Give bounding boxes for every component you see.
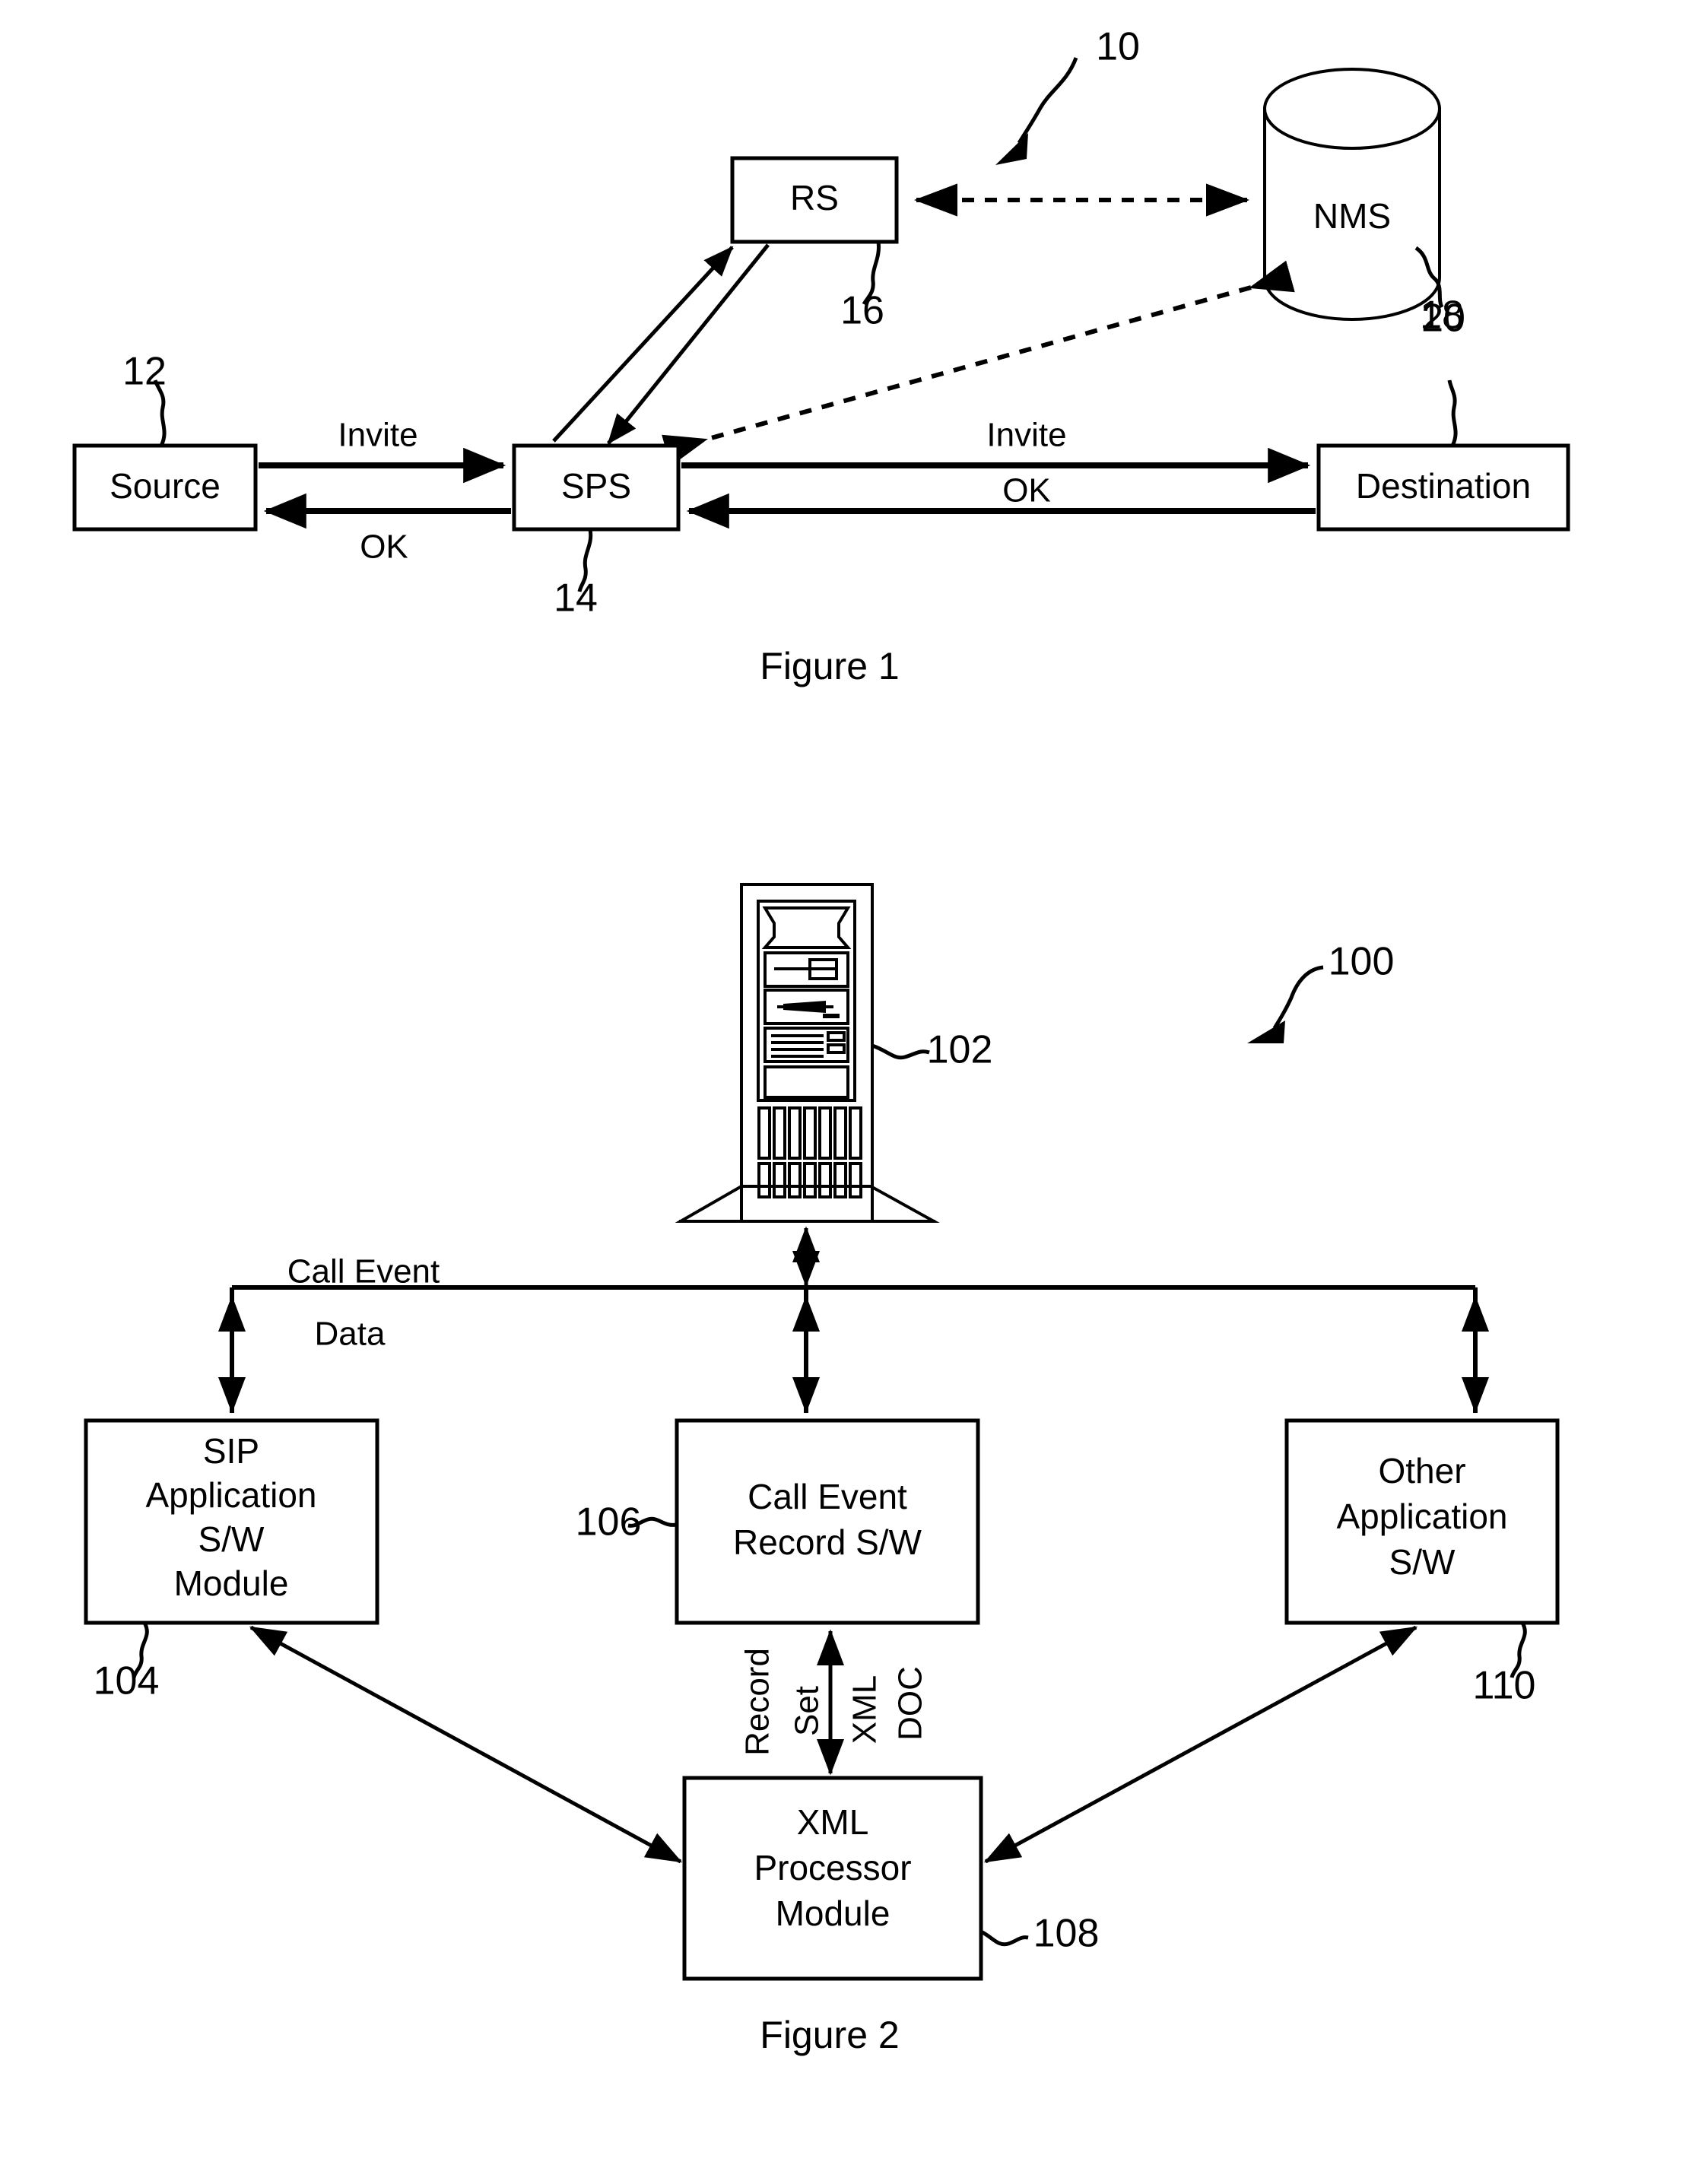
fig2-ref-110: 110 <box>1473 1664 1536 1708</box>
fig2-other-line-1: Other <box>1378 1451 1465 1490</box>
fig1-ref-12: 12 <box>122 350 167 394</box>
fig2-edge-xml-other <box>983 1625 1418 1864</box>
fig1-ref-18-lead <box>1447 379 1458 447</box>
fig1-label-rs: RS <box>790 178 839 217</box>
fig2-sip-line-2: Application <box>145 1475 316 1515</box>
fig2-sip-line-1: SIP <box>203 1431 259 1471</box>
fig2-edge-sip-xml <box>249 1625 683 1864</box>
fig2-ref-102-lead <box>871 1043 930 1060</box>
fig1-ref-14: 14 <box>554 576 598 621</box>
fig1-label-destination: Destination <box>1356 466 1531 506</box>
fig2-assembly-lead <box>1247 965 1324 1043</box>
fig1-label-source: Source <box>110 466 221 506</box>
fig2-vlabel-record: Record <box>739 1648 776 1756</box>
fig2-xml-line-1: XML <box>797 1802 869 1842</box>
fig1-edge-rs-sps <box>607 243 770 445</box>
fig1-ref-16: 16 <box>840 289 884 333</box>
fig2-vlabel-set: Set <box>789 1686 826 1736</box>
fig2-ref-100: 100 <box>1329 940 1395 984</box>
fig1-edge-label-invite-left: Invite <box>338 417 417 454</box>
fig2-ref-108: 108 <box>1033 1912 1100 1956</box>
fig2-bus-label-line2: Data <box>315 1316 386 1353</box>
fig1-caption: Figure 1 <box>760 645 899 687</box>
tower-computer-icon <box>675 883 940 1223</box>
patent-drawing-sheet: Source SPS RS Destination NMS Invite OK … <box>0 0 1708 2165</box>
fig1-edge-sps-rs <box>552 246 734 443</box>
fig1-edge-label-invite-right: Invite <box>986 417 1066 454</box>
fig1-edge-label-ok-left: OK <box>360 529 408 566</box>
fig1-ref-20: 20 <box>1421 297 1465 341</box>
fig2-ref-104: 104 <box>94 1659 160 1703</box>
fig2-other-line-3: S/W <box>1389 1542 1456 1582</box>
fig2-cer-line-1: Call Event <box>748 1477 907 1516</box>
fig2-vlabel-xml: XML <box>846 1675 884 1744</box>
fig2-sip-line-3: S/W <box>198 1519 265 1559</box>
fig1-node-nms[interactable] <box>1263 68 1441 322</box>
fig2-other-line-2: Application <box>1336 1497 1507 1536</box>
fig1-assembly-lead <box>995 57 1078 165</box>
fig1-label-nms: NMS <box>1313 196 1391 236</box>
fig2-xml-line-3: Module <box>776 1894 891 1933</box>
fig2-vlabel-doc: DOC <box>892 1666 929 1741</box>
fig2-bus-label-line1: Call Event <box>287 1253 440 1290</box>
fig2-ref-106: 106 <box>576 1500 642 1544</box>
drawing-canvas: Source SPS RS Destination NMS Invite OK … <box>72 25 1570 2056</box>
fig1-edge-nms-sps <box>662 260 1295 467</box>
fig2-node-call-event-record[interactable] <box>675 1418 980 1625</box>
fig2-caption: Figure 2 <box>760 2014 899 2056</box>
fig2-xml-line-2: Processor <box>754 1848 911 1887</box>
fig1-edge-label-ok-right: OK <box>1002 472 1051 510</box>
fig2-ref-102: 102 <box>927 1028 993 1072</box>
fig1-label-sps: SPS <box>561 466 631 506</box>
fig2-ref-108-lead <box>979 1929 1029 1947</box>
fig2-sip-line-4: Module <box>174 1563 289 1603</box>
fig1-ref-10: 10 <box>1096 25 1140 69</box>
fig2-cer-line-2: Record S/W <box>733 1522 922 1562</box>
